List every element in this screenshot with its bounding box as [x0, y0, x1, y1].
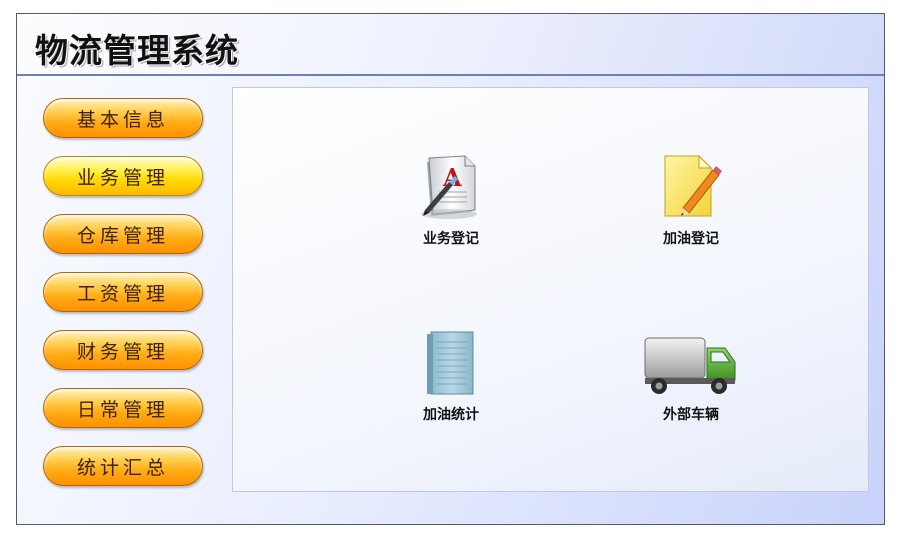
document-a-icon: A [421, 155, 477, 219]
book-icon [427, 331, 474, 395]
tile-label: 业务登记 [423, 231, 479, 247]
tile-refuel-statistics[interactable]: 加油统计 [396, 326, 506, 436]
sidebar-item-warehouse-management[interactable]: 仓库管理 [43, 214, 203, 254]
tile-label: 外部车辆 [663, 407, 719, 423]
tile-external-vehicles[interactable]: 外部车辆 [636, 326, 746, 436]
sidebar-item-salary-management[interactable]: 工资管理 [43, 272, 203, 312]
sidebar-item-daily-management[interactable]: 日常管理 [43, 388, 203, 428]
sidebar-item-label: 日常管理 [76, 398, 169, 421]
main-panel: A 业务登记 加油登记 加油统计 外部车辆 [232, 87, 869, 492]
sidebar-item-label: 业务管理 [76, 166, 169, 189]
sidebar-item-basic-info[interactable]: 基本信息 [43, 98, 203, 138]
sidebar-item-label: 财务管理 [76, 340, 169, 363]
sidebar-item-business-management[interactable]: 业务管理 [43, 156, 203, 196]
tile-label: 加油登记 [663, 231, 719, 247]
notepad-pencil-icon [664, 154, 722, 217]
truck-icon [644, 337, 736, 394]
sidebar-item-label: 工资管理 [76, 282, 169, 305]
tile-label: 加油统计 [423, 407, 479, 423]
sidebar-item-label: 统计汇总 [76, 456, 169, 479]
app-title: 物流管理系统 [35, 31, 239, 70]
sidebar-item-finance-management[interactable]: 财务管理 [43, 330, 203, 370]
sidebar-item-statistics-summary[interactable]: 统计汇总 [43, 446, 203, 486]
sidebar-item-label: 仓库管理 [76, 224, 169, 247]
sidebar-item-label: 基本信息 [76, 108, 169, 131]
app-header: 物流管理系统 [17, 14, 884, 76]
sidebar-nav: 基本信息 业务管理 仓库管理 工资管理 财务管理 日常管理 统计汇总 [43, 98, 205, 504]
tile-business-registration[interactable]: A 业务登记 [396, 150, 506, 260]
app-window: 物流管理系统 基本信息 业务管理 仓库管理 工资管理 财务管理 日常管理 统计汇… [16, 13, 885, 525]
tile-refuel-registration[interactable]: 加油登记 [636, 150, 746, 260]
